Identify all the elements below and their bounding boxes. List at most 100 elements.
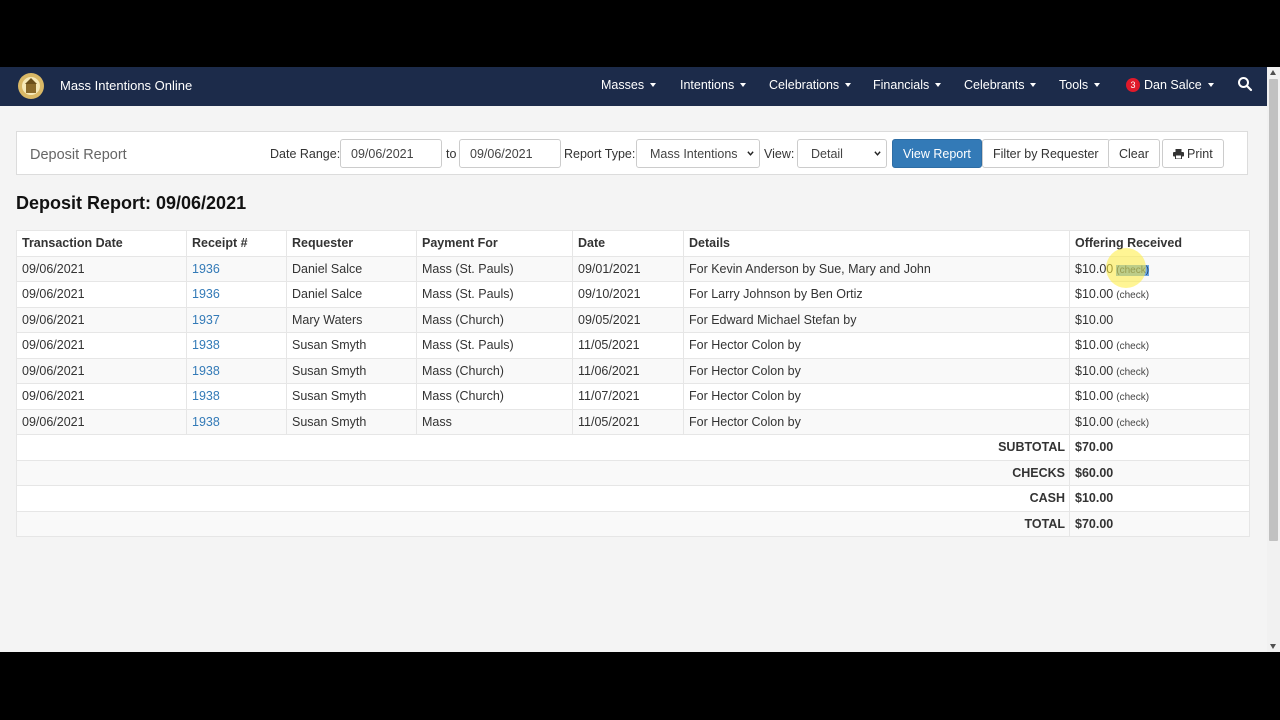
scroll-up-arrow-icon[interactable] <box>1270 70 1276 75</box>
table-row: 09/06/2021 1937 Mary Waters Mass (Church… <box>16 306 1250 333</box>
church-logo-icon[interactable] <box>16 71 46 101</box>
nav-masses-label: Masses <box>601 78 645 92</box>
caret-down-icon <box>845 83 852 87</box>
nav-user-menu[interactable]: 3 Dan Salce <box>1126 78 1214 92</box>
amount: $10.00 <box>1075 414 1114 429</box>
summary-row: TOTAL $70.00 <box>16 510 1250 537</box>
offering-cell: $10.00 (check) <box>1069 332 1250 359</box>
payment-for-cell: Mass <box>416 408 573 435</box>
table-header-row: Transaction Date Receipt # Requester Pay… <box>16 230 1250 257</box>
user-name: Dan Salce <box>1144 78 1202 92</box>
requester-cell: Mary Waters <box>286 306 417 333</box>
receipt-link[interactable]: 1938 <box>192 389 220 403</box>
requester-cell: Susan Smyth <box>286 408 417 435</box>
nav-tools-label: Tools <box>1059 78 1089 92</box>
offering-cell: $10.00 (check) <box>1069 408 1250 435</box>
report-type-select[interactable]: Mass Intentions <box>636 139 760 168</box>
receipt-cell: 1936 <box>186 255 287 282</box>
offering-cell: $10.00 <box>1069 306 1250 333</box>
view-value: Detail <box>811 147 843 161</box>
filter-by-requester-button[interactable]: Filter by Requester <box>982 139 1110 168</box>
offering-cell: $10.00 (check) <box>1069 255 1250 282</box>
transaction-date-cell: 09/06/2021 <box>16 408 187 435</box>
payment-type: (check) <box>1116 417 1150 429</box>
receipt-link[interactable]: 1936 <box>192 262 220 276</box>
date-cell: 09/10/2021 <box>572 281 684 308</box>
nav-intentions[interactable]: Intentions <box>680 78 747 92</box>
date-cell: 11/05/2021 <box>572 408 684 435</box>
checks-label: CHECKS <box>16 459 1070 486</box>
details-cell: For Kevin Anderson by Sue, Mary and John <box>683 255 1070 282</box>
nav-masses[interactable]: Masses <box>601 78 657 92</box>
receipt-link[interactable]: 1937 <box>192 313 220 327</box>
table-row: 09/06/2021 1936 Daniel Salce Mass (St. P… <box>16 255 1250 282</box>
details-cell: For Hector Colon by <box>683 332 1070 359</box>
amount: $10.00 <box>1075 389 1114 404</box>
requester-cell: Daniel Salce <box>286 255 417 282</box>
nav-financials[interactable]: Financials <box>873 78 942 92</box>
brand-title[interactable]: Mass Intentions Online <box>60 78 192 93</box>
col-requester: Requester <box>286 230 417 257</box>
report-heading: Deposit Report: 09/06/2021 <box>16 193 247 213</box>
requester-cell: Susan Smyth <box>286 357 417 384</box>
amount: $10.00 <box>1075 338 1114 353</box>
clear-button[interactable]: Clear <box>1108 139 1160 168</box>
payment-type: (check) <box>1116 264 1150 276</box>
col-offering-received: Offering Received <box>1069 230 1250 257</box>
details-cell: For Edward Michael Stefan by <box>683 306 1070 333</box>
total-value: $70.00 <box>1069 510 1250 537</box>
notification-badge[interactable]: 3 <box>1126 78 1140 92</box>
receipt-cell: 1938 <box>186 357 287 384</box>
top-navbar: Mass Intentions Online Masses Intentions… <box>0 67 1267 106</box>
nav-celebrants[interactable]: Celebrants <box>964 78 1037 92</box>
receipt-cell: 1937 <box>186 306 287 333</box>
date-cell: 11/07/2021 <box>572 383 684 410</box>
date-cell: 09/01/2021 <box>572 255 684 282</box>
receipt-link[interactable]: 1938 <box>192 338 220 352</box>
scrollbar-thumb[interactable] <box>1269 79 1278 541</box>
amount: $10.00 <box>1075 287 1114 302</box>
transaction-date-cell: 09/06/2021 <box>16 255 187 282</box>
browser-viewport: Mass Intentions Online Masses Intentions… <box>0 67 1267 652</box>
summary-row: SUBTOTAL $70.00 <box>16 434 1250 461</box>
from-date-input[interactable]: 09/06/2021 <box>340 139 442 168</box>
payment-for-cell: Mass (Church) <box>416 383 573 410</box>
offering-cell: $10.00 (check) <box>1069 357 1250 384</box>
cash-label: CASH <box>16 485 1070 512</box>
panel-title: Deposit Report <box>30 147 127 163</box>
view-select[interactable]: Detail <box>797 139 887 168</box>
deposit-report-table: Transaction Date Receipt # Requester Pay… <box>16 230 1250 537</box>
print-button[interactable]: Print <box>1162 139 1224 168</box>
transaction-date-cell: 09/06/2021 <box>16 281 187 308</box>
table-row: 09/06/2021 1938 Susan Smyth Mass (Church… <box>16 383 1250 410</box>
print-label: Print <box>1187 147 1213 161</box>
col-date: Date <box>572 230 684 257</box>
summary-row: CASH $10.00 <box>16 485 1250 512</box>
amount: $10.00 <box>1075 312 1114 327</box>
requester-cell: Susan Smyth <box>286 332 417 359</box>
search-icon[interactable] <box>1237 76 1253 92</box>
receipt-link[interactable]: 1938 <box>192 364 220 378</box>
cash-value: $10.00 <box>1069 485 1250 512</box>
caret-down-icon <box>1094 83 1101 87</box>
vertical-scrollbar[interactable] <box>1267 67 1280 652</box>
payment-type: (check) <box>1116 366 1150 378</box>
nav-financials-label: Financials <box>873 78 930 92</box>
report-type-label: Report Type: <box>564 147 636 161</box>
chevron-down-icon <box>747 151 754 156</box>
view-report-button[interactable]: View Report <box>892 139 982 168</box>
view-label: View: <box>764 147 795 161</box>
scroll-down-arrow-icon[interactable] <box>1270 644 1276 649</box>
receipt-link[interactable]: 1938 <box>192 415 220 429</box>
col-transaction-date: Transaction Date <box>16 230 187 257</box>
to-date-input[interactable]: 09/06/2021 <box>459 139 561 168</box>
receipt-link[interactable]: 1936 <box>192 287 220 301</box>
nav-celebrations[interactable]: Celebrations <box>769 78 852 92</box>
nav-tools[interactable]: Tools <box>1059 78 1101 92</box>
receipt-cell: 1938 <box>186 383 287 410</box>
col-receipt: Receipt # <box>186 230 287 257</box>
payment-for-cell: Mass (Church) <box>416 357 573 384</box>
date-cell: 09/05/2021 <box>572 306 684 333</box>
payment-for-cell: Mass (St. Pauls) <box>416 281 573 308</box>
amount: $10.00 <box>1075 261 1114 276</box>
